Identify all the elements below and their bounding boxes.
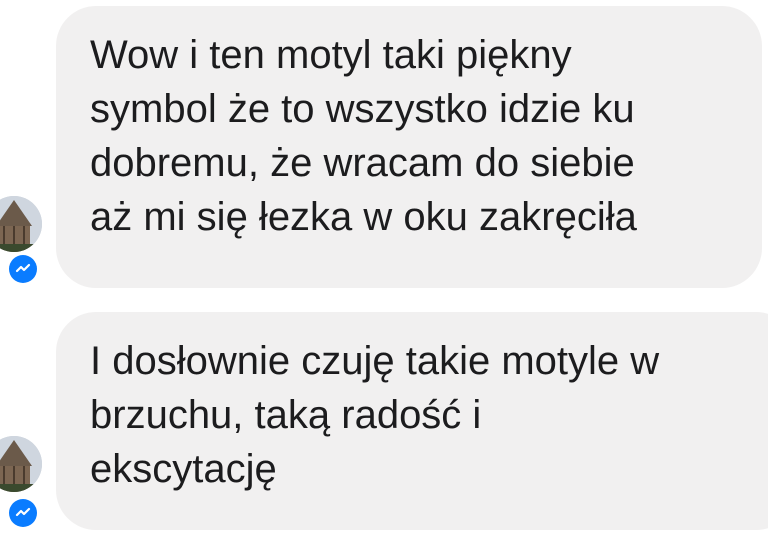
- chat-conversation: Wow i ten motyl taki piękny symbol że to…: [0, 0, 768, 544]
- messenger-badge: [6, 496, 40, 530]
- avatar-image: [0, 196, 42, 252]
- sender-avatar[interactable]: [0, 196, 42, 252]
- message-text-line: aż mi się łezka w oku zakręciła: [90, 195, 637, 239]
- sender-avatar[interactable]: [0, 436, 42, 492]
- message-text-line: dobremu, że wracam do siebie: [90, 141, 635, 185]
- message-text-line: I dosłownie czuję takie motyle w: [90, 339, 660, 383]
- messenger-badge: [6, 252, 40, 286]
- message-text-line: symbol że to wszystko idzie ku: [90, 87, 635, 131]
- messenger-icon: [9, 499, 37, 527]
- message-bubble[interactable]: Wow i ten motyl taki piękny symbol że to…: [56, 6, 762, 288]
- message-bubble[interactable]: I dosłownie czuję takie motyle w brzuchu…: [56, 312, 768, 530]
- message-text-line: Wow i ten motyl taki piękny: [90, 33, 572, 77]
- messenger-icon: [9, 255, 37, 283]
- message-text-line: ekscytację: [90, 447, 277, 491]
- avatar-image: [0, 436, 42, 492]
- message-text-line: brzuchu, taką radość i: [90, 393, 482, 437]
